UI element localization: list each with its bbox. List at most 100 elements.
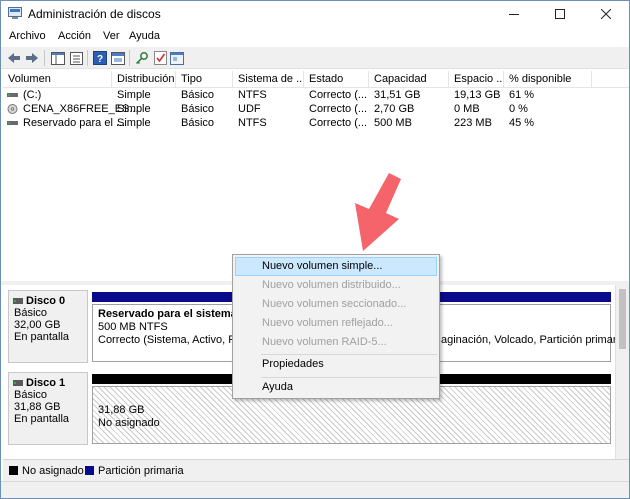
- disk-type: Básico: [14, 389, 48, 401]
- menu-item-nuevo-volumen-distribuido[interactable]: Nuevo volumen distribuido...: [235, 276, 437, 295]
- legend: No asignado Partición primaria: [3, 459, 629, 481]
- maximize-icon: [555, 9, 565, 19]
- disk-icon: [13, 298, 23, 304]
- help-button[interactable]: ?: [92, 50, 108, 66]
- cell-porcentaje: 45 %: [509, 117, 535, 129]
- column-header-distribucion[interactable]: Distribución: [112, 71, 176, 88]
- disk-name: Disco 1: [26, 377, 66, 389]
- menu-item-nuevo-volumen-raid5[interactable]: Nuevo volumen RAID-5...: [235, 333, 437, 352]
- cell-capacidad: 2,70 GB: [374, 103, 415, 115]
- column-header-volumen[interactable]: Volumen: [3, 71, 112, 88]
- menu-item-ayuda[interactable]: Ayuda: [235, 378, 437, 397]
- menu-accion[interactable]: Acción: [58, 30, 91, 42]
- cell-volumen: (C:): [23, 89, 42, 101]
- svg-text:?: ?: [97, 54, 103, 65]
- cell-distribucion: Simple: [117, 117, 151, 129]
- partition-status: No asignado: [98, 417, 160, 429]
- properties-icon: [69, 51, 83, 65]
- maximize-button[interactable]: [537, 1, 583, 27]
- window-title: Administración de discos: [28, 7, 161, 21]
- view-icon: [111, 51, 125, 65]
- cell-sistema-archivos: UDF: [238, 103, 261, 115]
- console-tree-icon: [51, 51, 65, 65]
- view-button[interactable]: [110, 50, 126, 66]
- cell-espacio: 19,13 GB: [454, 89, 501, 101]
- cell-porcentaje: 0 %: [509, 103, 528, 115]
- disk-status: En pantalla: [14, 331, 70, 343]
- table-row[interactable]: CENA_X86FREE_ES... Simple Básico UDF Cor…: [3, 102, 629, 116]
- close-icon: [601, 9, 611, 19]
- partition-status-tail: aginación, Volcado, Partición primaria: [441, 334, 626, 346]
- menu-ver[interactable]: Ver: [103, 30, 120, 42]
- window-icon: [170, 51, 184, 65]
- forward-button[interactable]: [24, 50, 40, 66]
- toolbar: ?: [1, 47, 629, 69]
- cell-volumen: Reservado para el ...: [23, 117, 126, 129]
- volume-list: Volumen Distribución Tipo Sistema de ...…: [3, 71, 629, 281]
- cell-tipo: Básico: [181, 89, 215, 101]
- menu-item-propiedades[interactable]: Propiedades: [235, 355, 437, 374]
- menu-ayuda[interactable]: Ayuda: [129, 30, 160, 42]
- column-header-sistema-archivos[interactable]: Sistema de ...: [233, 71, 304, 88]
- disk-1-label[interactable]: Disco 1 Básico 31,88 GB En pantalla: [8, 372, 88, 445]
- menu-item-nuevo-volumen-reflejado[interactable]: Nuevo volumen reflejado...: [235, 314, 437, 333]
- disk-size: 31,88 GB: [14, 401, 61, 413]
- cell-espacio: 223 MB: [454, 117, 492, 129]
- minimize-button[interactable]: [491, 1, 537, 27]
- back-button[interactable]: [6, 50, 22, 66]
- connect-button[interactable]: [134, 50, 150, 66]
- arrow-right-icon: [26, 53, 38, 63]
- cell-capacidad: 500 MB: [374, 117, 412, 129]
- column-header-capacidad[interactable]: Capacidad: [369, 71, 449, 88]
- disk-size: 32,00 GB: [14, 319, 61, 331]
- disk-management-window: Administración de discos Archivo Acción …: [0, 0, 630, 499]
- checklist-icon: [153, 51, 167, 65]
- disk-0-label[interactable]: Disco 0 Básico 32,00 GB En pantalla: [8, 290, 88, 363]
- table-row[interactable]: (C:) Simple Básico NTFS Correcto (... 31…: [3, 88, 629, 102]
- disk-icon: [13, 380, 23, 386]
- primary-partition-swatch: [85, 466, 94, 475]
- console-tree-button[interactable]: [50, 50, 66, 66]
- menu-item-nuevo-volumen-simple[interactable]: Nuevo volumen simple...: [235, 257, 437, 276]
- unallocated-swatch: [9, 466, 18, 475]
- status-bar: [1, 481, 629, 498]
- scrollbar-thumb[interactable]: [619, 289, 626, 349]
- close-button[interactable]: [583, 1, 629, 27]
- disk-pane-scrollbar[interactable]: [615, 285, 629, 459]
- table-row[interactable]: Reservado para el ... Simple Básico NTFS…: [3, 116, 629, 130]
- arrow-left-icon: [8, 53, 20, 63]
- column-header-filler: [592, 71, 629, 88]
- partition-size: 31,88 GB: [98, 404, 145, 416]
- disk-management-app-icon: [8, 7, 22, 19]
- disk-name: Disco 0: [26, 295, 66, 307]
- legend-unallocated: No asignado: [22, 465, 84, 477]
- cell-tipo: Básico: [181, 103, 215, 115]
- cell-distribucion: Simple: [117, 89, 151, 101]
- toolbar-separator: [87, 50, 88, 66]
- cell-capacidad: 31,51 GB: [374, 89, 421, 101]
- window-button[interactable]: [169, 50, 185, 66]
- cell-tipo: Básico: [181, 117, 215, 129]
- check-button[interactable]: [152, 50, 168, 66]
- column-header-tipo[interactable]: Tipo: [176, 71, 233, 88]
- toolbar-separator: [129, 50, 130, 66]
- menu-bar: Archivo Acción Ver Ayuda: [1, 27, 629, 47]
- menu-item-nuevo-volumen-seccionado[interactable]: Nuevo volumen seccionado...: [235, 295, 437, 314]
- minimize-icon: [509, 14, 519, 15]
- column-header-estado[interactable]: Estado: [304, 71, 369, 88]
- toolbar-separator: [44, 50, 45, 66]
- pointer-arrow-annotation: [355, 173, 401, 251]
- volume-drive-icon: [7, 121, 18, 125]
- menu-archivo[interactable]: Archivo: [9, 30, 46, 42]
- volume-drive-icon: [7, 93, 18, 97]
- legend-primary: Partición primaria: [98, 465, 184, 477]
- disk-status: En pantalla: [14, 413, 70, 425]
- column-header-porcentaje[interactable]: % disponible: [504, 71, 592, 88]
- help-icon: ?: [93, 51, 107, 65]
- context-menu: Nuevo volumen simple... Nuevo volumen di…: [232, 254, 440, 399]
- properties-button[interactable]: [68, 50, 84, 66]
- cell-sistema-archivos: NTFS: [238, 117, 267, 129]
- column-header-espacio[interactable]: Espacio ...: [449, 71, 504, 88]
- cell-estado: Correcto (...: [309, 103, 368, 115]
- cell-porcentaje: 61 %: [509, 89, 535, 101]
